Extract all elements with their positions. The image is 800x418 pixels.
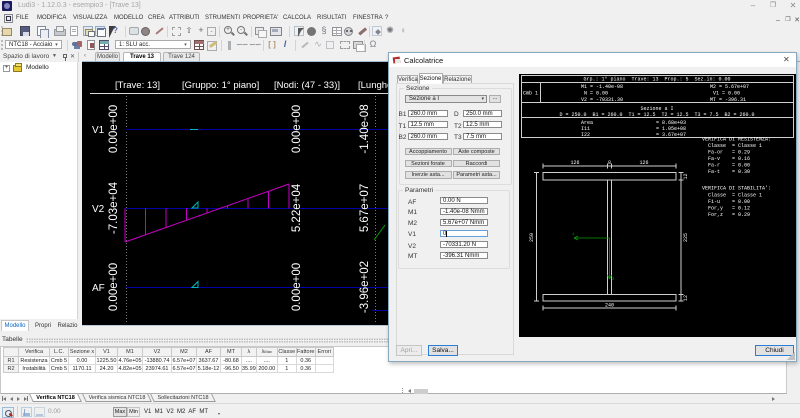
svg-text:8: 8	[608, 160, 611, 166]
svg-text:240: 240	[605, 303, 614, 309]
svg-text:D = 250.0 B1 = 260.0 T1 = 12: D = 250.0 B1 = 260.0 T1 = 12.5 T2 = 12.5…	[559, 112, 754, 118]
svg-text:1: 1	[572, 233, 575, 237]
svg-text:[Nodi: (47 - 33)]: [Nodi: (47 - 33)]	[274, 80, 340, 91]
svg-text:M2 = 5.67e+07: M2 = 5.67e+07	[710, 84, 749, 90]
svg-text:250: 250	[529, 233, 535, 242]
svg-text:0.00e+00: 0.00e+00	[291, 105, 303, 153]
svg-text:For,y = 0.12: For,y = 0.12	[708, 206, 750, 212]
svg-text:VERIFICA DI STABILITA':: VERIFICA DI STABILITA':	[702, 186, 771, 192]
svg-text:V1 = 0.00: V1 = 0.00	[713, 91, 740, 97]
svg-text:126: 126	[570, 160, 579, 166]
svg-text:Classe = Classe 1: Classe = Classe 1	[708, 193, 762, 199]
svg-text:For,z = 0.29: For,z = 0.29	[708, 212, 750, 218]
svg-text:Fa-v = 0.16: Fa-v = 0.16	[708, 156, 750, 162]
svg-text:2: 2	[612, 278, 615, 282]
svg-text:5.22e+04: 5.22e+04	[291, 183, 303, 232]
svg-text:-3.96e+02: -3.96e+02	[359, 261, 371, 313]
svg-text:126: 126	[639, 160, 648, 166]
svg-text:Grp.: 1° piano Trave: 13 Pro: Grp.: 1° piano Trave: 13 Prop.: 5 Sez.in…	[583, 77, 730, 83]
svg-text:N = 0.00: N = 0.00	[584, 91, 608, 97]
svg-text:I22: I22	[581, 132, 590, 138]
svg-text:-1.40e-08: -1.40e-08	[359, 104, 371, 153]
svg-text:VERIFICA DI RESISTENZA:: VERIFICA DI RESISTENZA:	[702, 137, 771, 143]
svg-text:Cmb 1: Cmb 1	[523, 91, 538, 97]
svg-text:[Gruppo: 1° piano]: [Gruppo: 1° piano]	[182, 80, 259, 91]
svg-text:12: 12	[683, 295, 689, 301]
svg-text:12: 12	[683, 173, 689, 179]
svg-text:225: 225	[683, 233, 689, 242]
svg-text:= 3.67e+07: = 3.67e+07	[656, 132, 686, 138]
svg-text:V1: V1	[92, 125, 105, 136]
svg-text:0.00e+00: 0.00e+00	[108, 105, 120, 153]
svg-text:Fa-or = 0.29: Fa-or = 0.29	[708, 150, 750, 156]
svg-text:V2 = -70331.30: V2 = -70331.30	[581, 97, 623, 103]
svg-text:5.67e+07: 5.67e+07	[359, 184, 371, 232]
svg-text:0.00e+00: 0.00e+00	[108, 263, 120, 311]
svg-text:AF: AF	[92, 283, 105, 294]
svg-text:0.00e+00: 0.00e+00	[291, 263, 303, 311]
svg-text:-7.03e+04: -7.03e+04	[108, 181, 120, 234]
svg-text:Classe = Classe 1: Classe = Classe 1	[708, 143, 762, 149]
svg-text:Fa-r = 0.00: Fa-r = 0.00	[708, 163, 750, 169]
svg-text:Fa-t = 0.30: Fa-t = 0.30	[708, 169, 750, 175]
svg-text:V2: V2	[92, 204, 105, 215]
svg-text:Fi-u = 0.00: Fi-u = 0.00	[708, 199, 750, 205]
svg-text:M1 = -1.40e-08: M1 = -1.40e-08	[581, 84, 623, 90]
svg-text:[Trave: 13]: [Trave: 13]	[115, 80, 160, 91]
svg-text:MT = -396.31: MT = -396.31	[710, 97, 746, 103]
